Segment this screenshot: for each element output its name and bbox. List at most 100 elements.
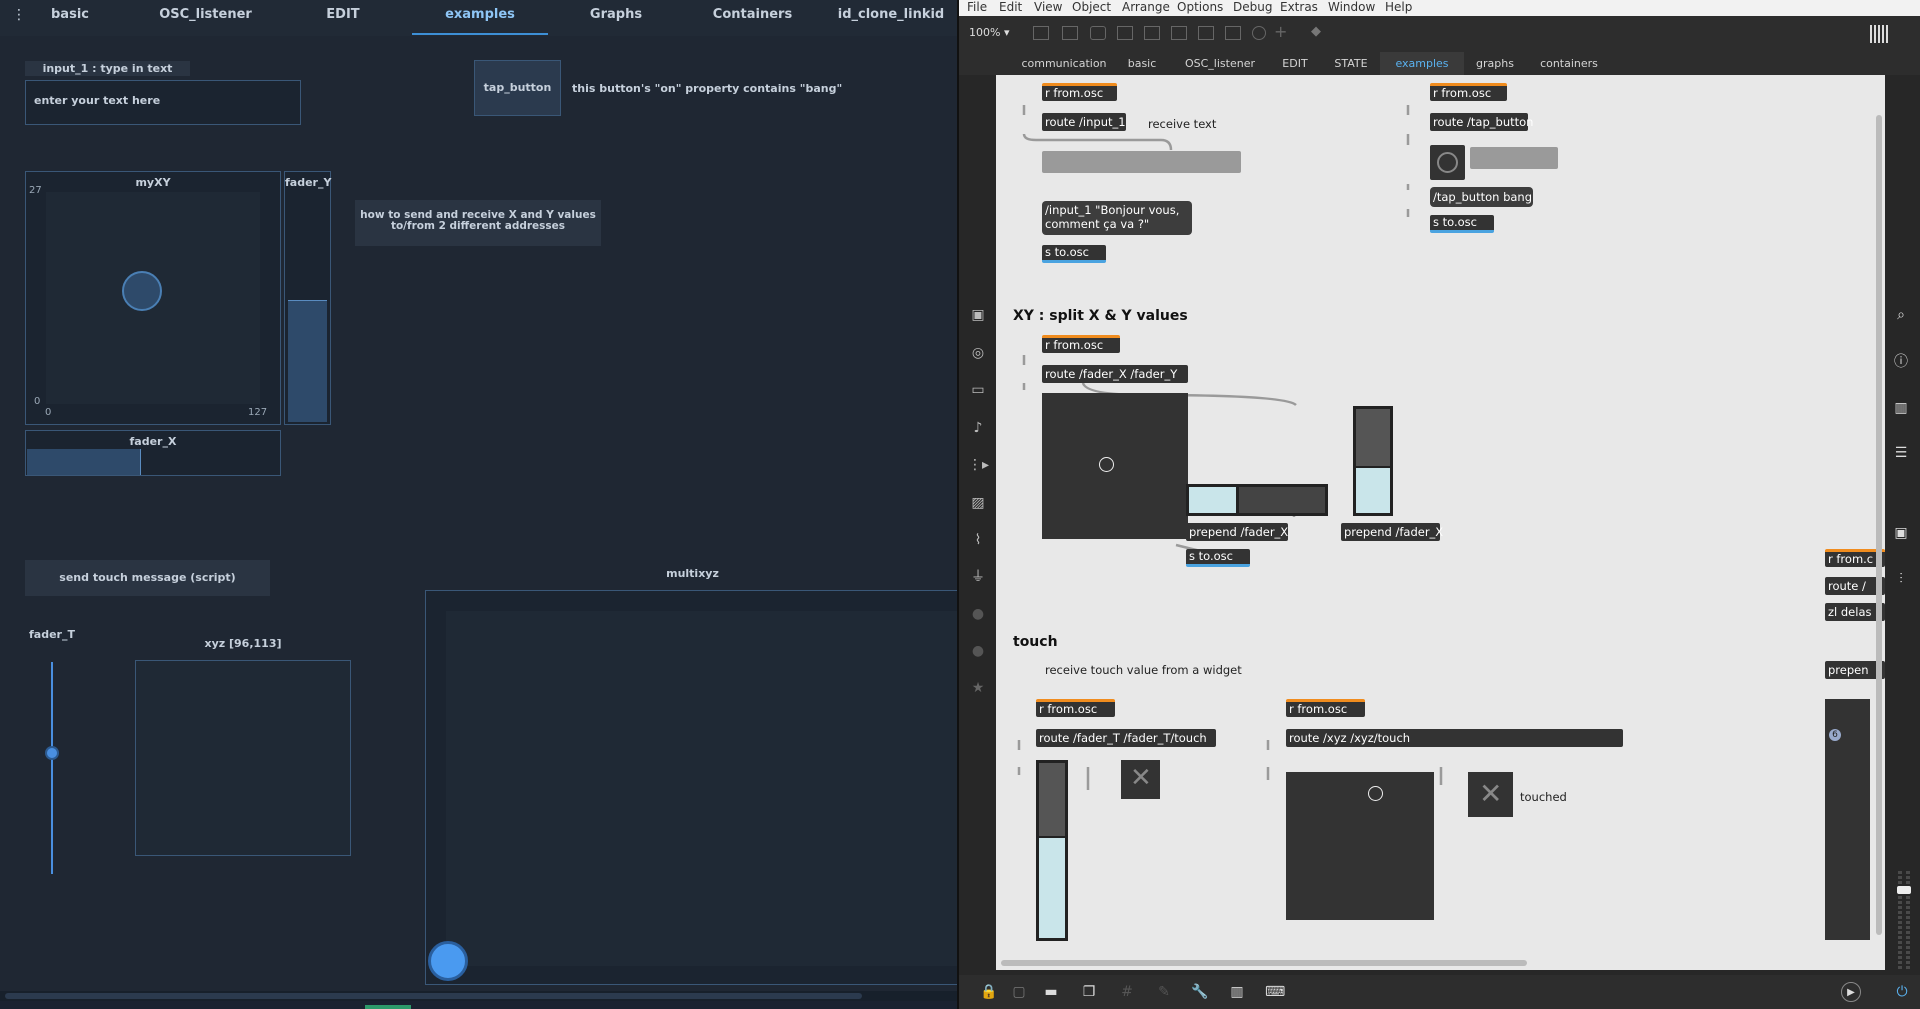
max-obj-r-from-osc-3[interactable]: r from.osc: [1042, 335, 1120, 353]
osc-scrollbar-thumb[interactable]: [5, 993, 862, 999]
max-vslider-t[interactable]: [1036, 760, 1068, 941]
presentation-icon[interactable]: ▢: [1009, 982, 1029, 1002]
multixyz-handle[interactable]: [428, 941, 468, 981]
piano-icon[interactable]: ▥: [1227, 982, 1247, 1002]
max-obj-prepend-x2[interactable]: prepend /fader_X: [1341, 523, 1443, 541]
menu-edit[interactable]: Edit: [999, 0, 1022, 16]
toolbar-icon-number[interactable]: [1198, 26, 1214, 40]
fader-x-label[interactable]: fader_X: [26, 435, 280, 448]
menu-view[interactable]: View: [1034, 0, 1062, 16]
image-icon[interactable]: ▨: [968, 493, 988, 513]
snapshot-icon[interactable]: ▣: [1891, 523, 1911, 543]
pictslider-xyz-knob[interactable]: [1368, 786, 1383, 801]
toolbar-icon-toggle[interactable]: [1117, 26, 1133, 40]
comment-icon[interactable]: ▬: [1041, 982, 1061, 1002]
max-obj-route-touch[interactable]: route /fader_T /fader_T/touch: [1036, 729, 1216, 747]
max-tab-osc-listener[interactable]: OSC_listener: [1172, 52, 1268, 75]
max-obj-s-to-osc-2[interactable]: s to.osc: [1430, 215, 1494, 233]
star-icon[interactable]: ★: [968, 678, 988, 698]
toolbar-icon-play[interactable]: [1171, 26, 1187, 40]
toolbar-icon-slider[interactable]: [1225, 26, 1241, 40]
pictslider-xy-knob[interactable]: [1099, 457, 1114, 472]
input1-field[interactable]: enter your text here: [25, 80, 301, 125]
toolbar-icon-plus[interactable]: +: [1274, 22, 1287, 41]
send-touch-button[interactable]: send touch message (script): [25, 560, 270, 596]
vst-icon[interactable]: ●: [968, 604, 988, 624]
max-bang-textedit[interactable]: [1470, 147, 1558, 169]
cube-icon[interactable]: ▣: [968, 305, 988, 325]
menu-arrange[interactable]: Arrange: [1122, 0, 1170, 16]
max-msg-tap-bang[interactable]: /tap_button bang: [1430, 187, 1533, 207]
osc-scrollbar[interactable]: [0, 991, 959, 1001]
max-obj-r-from-osc-2[interactable]: r from.osc: [1430, 83, 1507, 101]
canvas-v-scrollbar[interactable]: [1876, 115, 1882, 935]
tab-graphs[interactable]: Graphs: [566, 0, 666, 36]
canvas-h-scrollbar[interactable]: [1001, 960, 1527, 966]
info-icon[interactable]: ⓘ: [1891, 352, 1911, 372]
play-icon[interactable]: ▶: [1841, 982, 1861, 1002]
media-icon[interactable]: ▭: [968, 380, 988, 400]
grid-snap-icon[interactable]: #: [1117, 982, 1137, 1002]
master-volume-slider[interactable]: [1895, 864, 1913, 974]
max-obj-route-xy[interactable]: route /fader_X /fader_Y: [1042, 365, 1188, 383]
layers-icon[interactable]: ❐: [1079, 982, 1099, 1002]
music-note-icon[interactable]: ♪: [968, 418, 988, 438]
sequence-icon[interactable]: ⋮▸: [968, 455, 989, 475]
max-toggle-xyz[interactable]: ✕: [1468, 772, 1513, 817]
myxy-handle[interactable]: [122, 271, 162, 311]
package-icon[interactable]: ●: [968, 641, 988, 661]
max-tab-containers[interactable]: containers: [1526, 52, 1612, 75]
max-tab-examples[interactable]: examples: [1380, 52, 1464, 75]
max-tab-edit[interactable]: EDIT: [1268, 52, 1322, 75]
menu-icon[interactable]: ⋮: [12, 7, 26, 23]
zoom-selector[interactable]: 100% ▾: [969, 26, 1009, 39]
toolbar-icon-newobj[interactable]: [1033, 26, 1049, 40]
fader-t-knob[interactable]: [45, 746, 59, 760]
max-obj-r-from-osc-1[interactable]: r from.osc: [1042, 83, 1117, 101]
tab-examples[interactable]: examples: [412, 0, 548, 36]
max-hslider-x[interactable]: [1186, 484, 1328, 516]
tab-basic[interactable]: basic: [30, 0, 110, 36]
max-pictslider-xy[interactable]: [1042, 393, 1188, 539]
max-tab-communication[interactable]: communication: [1016, 52, 1112, 75]
menu-window[interactable]: Window: [1328, 0, 1375, 16]
max-obj-route-input[interactable]: route /input_1: [1042, 113, 1126, 131]
toolbar-icon-comment[interactable]: [1090, 26, 1106, 40]
max-msg-bonjour[interactable]: /input_1 "Bonjour vous, comment ça va ?": [1042, 201, 1192, 235]
toolbar-icon-button[interactable]: [1144, 26, 1160, 40]
xyz-pad[interactable]: [135, 660, 351, 856]
max-toggle-touch[interactable]: ✕: [1121, 760, 1160, 799]
max-tab-basic[interactable]: basic: [1112, 52, 1172, 75]
fader-t-track[interactable]: [51, 662, 53, 874]
toolbar-icon-message[interactable]: [1062, 26, 1078, 40]
toolbar-icon-paint[interactable]: ◆: [1311, 24, 1321, 39]
target-icon[interactable]: ◎: [968, 343, 988, 363]
max-tab-state[interactable]: STATE: [1322, 52, 1380, 75]
toolbar-icon-dial[interactable]: [1252, 26, 1266, 40]
max-obj-r-from-osc-5[interactable]: r from.osc: [1286, 699, 1365, 717]
patcher-canvas[interactable]: r from.osc route /input_1 receive text /…: [996, 75, 1885, 970]
tab-containers[interactable]: Containers: [680, 0, 825, 36]
menu-extras[interactable]: Extras: [1280, 0, 1318, 16]
tap-button[interactable]: tap_button: [474, 60, 561, 116]
wrench-icon[interactable]: 🔧: [1190, 982, 1210, 1002]
paperclip-icon[interactable]: ⌇: [968, 530, 988, 550]
grid-icon[interactable]: [1870, 25, 1890, 43]
search-icon[interactable]: ⌕: [1891, 305, 1911, 325]
reference-icon[interactable]: ▥: [1891, 398, 1911, 418]
lock-icon[interactable]: 🔒: [979, 982, 999, 1002]
menu-debug[interactable]: Debug: [1233, 0, 1272, 16]
tab-id-clone-linkid[interactable]: id_clone_linkid: [826, 0, 956, 36]
max-vslider-y[interactable]: [1353, 406, 1393, 516]
keyboard-icon[interactable]: ⌨: [1265, 982, 1285, 1002]
list-icon[interactable]: ☰: [1891, 443, 1911, 463]
max-edge-multislider[interactable]: 6: [1825, 699, 1870, 940]
tab-edit[interactable]: EDIT: [298, 0, 388, 36]
max-obj-prepend-x[interactable]: prepend /fader_X: [1186, 523, 1288, 541]
multixyz-pad[interactable]: [446, 611, 960, 966]
fader-y-track[interactable]: [288, 192, 327, 422]
power-icon[interactable]: ⏻: [1892, 982, 1912, 1002]
menu-options[interactable]: Options: [1177, 0, 1223, 16]
max-tab-graphs[interactable]: graphs: [1464, 52, 1526, 75]
max-bang-button[interactable]: [1430, 145, 1465, 180]
